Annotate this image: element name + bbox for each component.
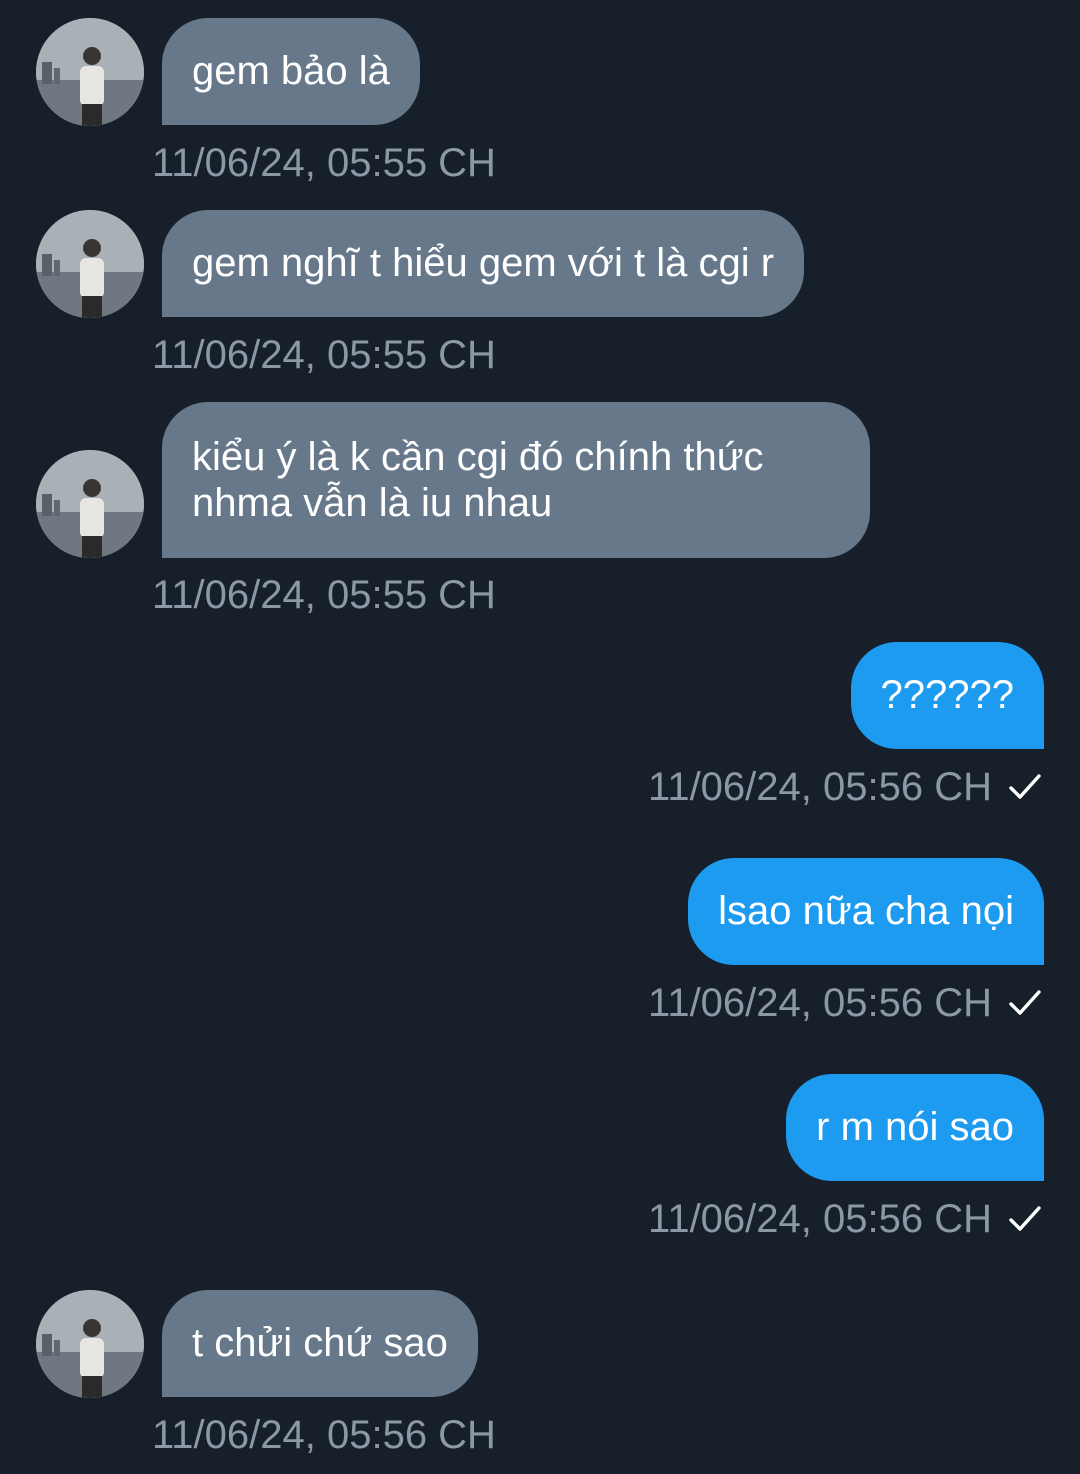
check-icon: [1009, 990, 1041, 1015]
avatar-photo: [36, 210, 144, 318]
message-status-row: 11/06/24, 05:56 CH: [648, 764, 1042, 810]
avatar-photo: [36, 18, 144, 126]
message-status-row: 11/06/24, 05:56 CH: [648, 980, 1042, 1026]
outgoing-message-bubble[interactable]: r m nói sao: [786, 1074, 1044, 1181]
contact-avatar[interactable]: [36, 18, 144, 126]
incoming-message-bubble[interactable]: t chửi chứ sao: [162, 1290, 478, 1397]
message-timestamp: 11/06/24, 05:55 CH: [152, 333, 496, 377]
check-icon: [1009, 774, 1041, 799]
incoming-message-bubble[interactable]: gem bảo là: [162, 18, 420, 125]
contact-avatar[interactable]: [36, 1290, 144, 1398]
avatar-photo: [36, 450, 144, 558]
outgoing-message-bubble[interactable]: lsao nữa cha nọi: [688, 858, 1044, 965]
message-timestamp: 11/06/24, 05:56 CH: [648, 1197, 992, 1241]
message-timestamp: 11/06/24, 05:55 CH: [152, 141, 496, 185]
incoming-message-bubble[interactable]: kiểu ý là k cần cgi đó chính thức nhma v…: [162, 402, 870, 558]
outgoing-message-bubble[interactable]: ??????: [850, 642, 1044, 749]
contact-avatar[interactable]: [36, 450, 144, 558]
message-timestamp: 11/06/24, 05:55 CH: [152, 573, 496, 617]
contact-avatar[interactable]: [36, 210, 144, 318]
check-icon: [1009, 1206, 1041, 1231]
message-timestamp: 11/06/24, 05:56 CH: [152, 1413, 496, 1457]
avatar-photo: [36, 1290, 144, 1398]
message-timestamp: 11/06/24, 05:56 CH: [648, 981, 992, 1025]
message-status-row: 11/06/24, 05:56 CH: [648, 1196, 1042, 1242]
message-timestamp: 11/06/24, 05:56 CH: [648, 765, 992, 809]
incoming-message-bubble[interactable]: gem nghĩ t hiểu gem với t là cgi r: [162, 210, 805, 317]
